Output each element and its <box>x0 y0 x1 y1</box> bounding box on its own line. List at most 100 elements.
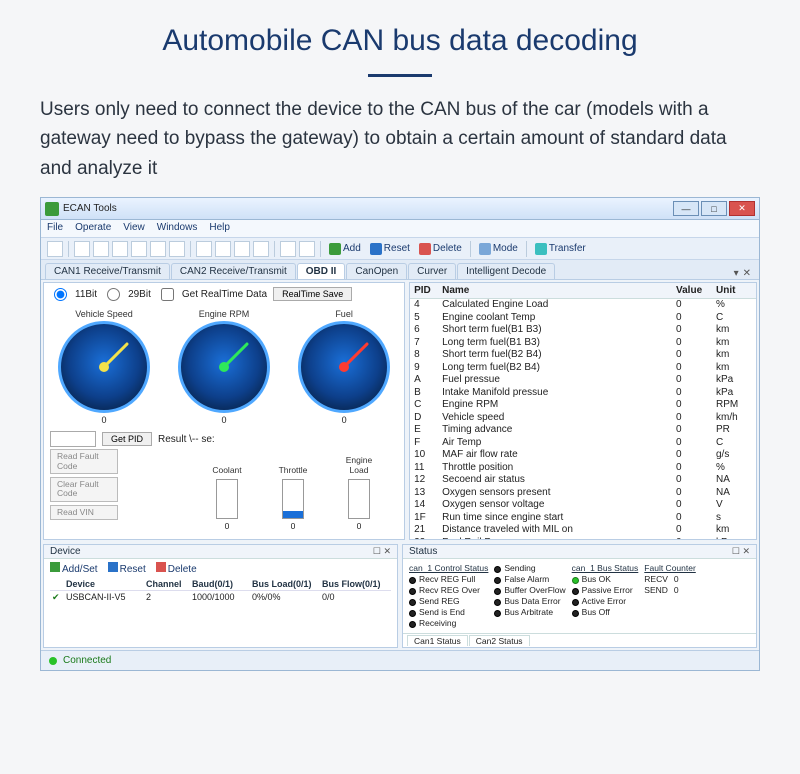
pid-row[interactable]: D Vehicle speed 0 km/h <box>410 412 756 425</box>
mode-button[interactable]: Mode <box>476 243 521 255</box>
reset-button[interactable]: Reset <box>367 243 413 255</box>
pid-row[interactable]: 22 Fuel Rail Pressure 0 kPa <box>410 537 756 540</box>
pid-row[interactable]: 13 Oxygen sensors present 0 NA <box>410 487 756 500</box>
menu-help[interactable]: Help <box>209 222 230 235</box>
add-button[interactable]: Add <box>326 243 364 255</box>
panel-pin-icon[interactable]: ☐ ✕ <box>373 546 391 557</box>
pid-row[interactable]: F Air Temp 0 C <box>410 437 756 450</box>
status-dot-icon <box>572 588 579 595</box>
pid-row[interactable]: 4 Calculated Engine Load 0 % <box>410 299 756 312</box>
toolbar-icon[interactable] <box>280 241 296 257</box>
mini-tab-can1[interactable]: Can1 Status <box>407 635 468 646</box>
status-item: False Alarm <box>494 574 565 584</box>
toolbar-icon[interactable] <box>215 241 231 257</box>
pid-result-label: Result \-- se: <box>158 434 215 445</box>
menu-windows[interactable]: Windows <box>157 222 198 235</box>
status-item: Send is End <box>409 607 488 617</box>
device-addset-button[interactable]: Add/Set <box>50 562 98 575</box>
bar-value: 0 <box>336 521 382 531</box>
tab-can1[interactable]: CAN1 Receive/Transmit <box>45 263 170 279</box>
pid-row[interactable]: 11 Throttle position 0 % <box>410 462 756 475</box>
pid-row[interactable]: 5 Engine coolant Temp 0 C <box>410 312 756 325</box>
device-delete-button[interactable]: Delete <box>156 562 197 575</box>
pid-row[interactable]: E Timing advance 0 PR <box>410 424 756 437</box>
tab-can2[interactable]: CAN2 Receive/Transmit <box>171 263 296 279</box>
toolbar-icon[interactable] <box>47 241 63 257</box>
status-led-icon <box>49 657 57 665</box>
pid-row[interactable]: 8 Short term fuel(B2 B4) 0 km <box>410 349 756 362</box>
panel-pin-icon[interactable]: ☐ ✕ <box>732 546 750 557</box>
radio-11bit[interactable] <box>54 288 67 301</box>
pid-row[interactable]: 21 Distance traveled with MIL on 0 km <box>410 524 756 537</box>
pid-row[interactable]: 10 MAF air flow rate 0 g/s <box>410 449 756 462</box>
tab-intelligent-decode[interactable]: Intelligent Decode <box>457 263 555 279</box>
tab-close-icon[interactable]: ✕ <box>743 268 751 279</box>
toolbar-icon[interactable] <box>253 241 269 257</box>
status-item: Buffer OverFlow <box>494 585 565 595</box>
menu-view[interactable]: View <box>123 222 145 235</box>
device-row[interactable]: ✔ USBCAN-II-V5 2 1000/1000 0%/0% 0/0 <box>50 591 391 604</box>
dev-col-device: Device <box>64 578 144 590</box>
minimize-button[interactable]: — <box>673 201 699 216</box>
radio-29bit[interactable] <box>107 288 120 301</box>
pid-table-panel: PID Name Value Unit 4 Calculated Engine … <box>409 282 757 540</box>
device-reset-button[interactable]: Reset <box>108 562 146 575</box>
toolbar-icon[interactable] <box>150 241 166 257</box>
status-col-title: can_1 Bus Status <box>572 563 639 573</box>
toolbar-icon[interactable] <box>196 241 212 257</box>
gauge: Fuel 0 <box>298 309 390 425</box>
status-item: Recv REG Over <box>409 585 488 595</box>
pid-row[interactable]: C Engine RPM 0 RPM <box>410 399 756 412</box>
status-dot-icon <box>494 566 501 573</box>
toolbar-icon[interactable] <box>74 241 90 257</box>
tab-obd2[interactable]: OBD II <box>297 263 346 279</box>
clear-fault-button[interactable]: Clear Fault Code <box>50 477 118 502</box>
tab-canopen[interactable]: CanOpen <box>346 263 407 279</box>
transfer-button[interactable]: Transfer <box>532 243 589 255</box>
app-icon <box>45 202 59 216</box>
title-underline <box>368 74 432 77</box>
toolbar-icon[interactable] <box>112 241 128 257</box>
pid-row[interactable]: 12 Secoend air status 0 NA <box>410 474 756 487</box>
read-vin-button[interactable]: Read VIN <box>50 505 118 520</box>
mini-tab-can2[interactable]: Can2 Status <box>469 635 530 646</box>
pid-row[interactable]: B Intake Manifold pressue 0 kPa <box>410 387 756 400</box>
menu-operate[interactable]: Operate <box>75 222 111 235</box>
status-dot-icon <box>572 577 579 584</box>
pid-row[interactable]: 6 Short term fuel(B1 B3) 0 km <box>410 324 756 337</box>
tab-dropdown-icon[interactable]: ▾ <box>734 268 739 279</box>
maximize-button[interactable]: □ <box>701 201 727 216</box>
pid-row[interactable]: 14 Oxygen sensor voltage 0 V <box>410 499 756 512</box>
read-fault-button[interactable]: Read Fault Code <box>50 449 118 474</box>
device-panel-title: Device <box>50 546 81 557</box>
status-dot-icon <box>409 588 416 595</box>
checkbox-realtime[interactable] <box>161 288 174 301</box>
toolbar-icon[interactable] <box>93 241 109 257</box>
toolbar-icon[interactable] <box>131 241 147 257</box>
get-pid-button[interactable]: Get PID <box>102 432 152 446</box>
close-button[interactable]: ✕ <box>729 201 755 216</box>
pid-row[interactable]: 1F Run time since engine start 0 s <box>410 512 756 525</box>
pid-row[interactable]: A Fuel pressue 0 kPa <box>410 374 756 387</box>
gauge: Engine RPM 0 <box>178 309 270 425</box>
toolbar-icon[interactable] <box>234 241 250 257</box>
delete-button[interactable]: Delete <box>416 243 465 255</box>
dev-col-baud: Baud(0/1) <box>190 578 250 590</box>
status-dot-icon <box>409 599 416 606</box>
status-item: Bus Data Error <box>494 596 565 606</box>
page-title: Automobile CAN bus data decoding <box>0 0 800 66</box>
tab-curver[interactable]: Curver <box>408 263 456 279</box>
bar-label: Engine Load <box>336 455 382 475</box>
bar-value: 0 <box>270 521 316 531</box>
pid-row[interactable]: 7 Long term fuel(B1 B3) 0 km <box>410 337 756 350</box>
status-dot-icon <box>572 610 579 617</box>
gauges-panel: 11Bit 29Bit Get RealTime Data RealTime S… <box>43 282 405 540</box>
toolbar-icon[interactable] <box>169 241 185 257</box>
menu-file[interactable]: File <box>47 222 63 235</box>
realtime-save-button[interactable]: RealTime Save <box>273 287 352 301</box>
pid-input[interactable] <box>50 431 96 447</box>
gauge: Vehicle Speed 0 <box>58 309 150 425</box>
pid-row[interactable]: 9 Long term fuel(B2 B4) 0 km <box>410 362 756 375</box>
toolbar-icon[interactable] <box>299 241 315 257</box>
status-text: Connected <box>63 655 111 666</box>
